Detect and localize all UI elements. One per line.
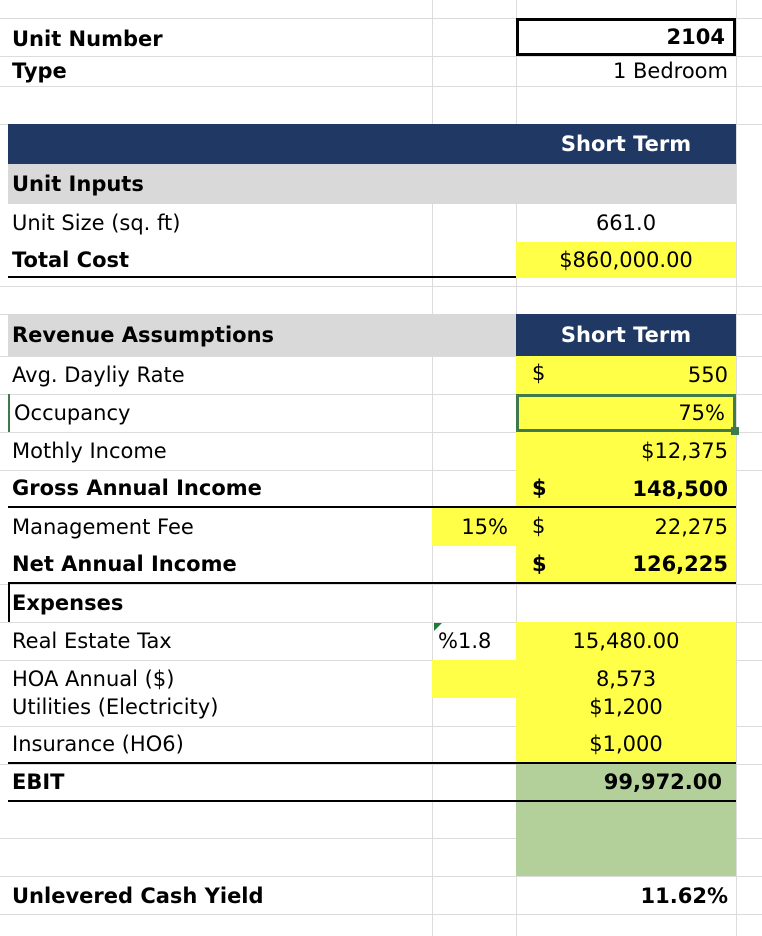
type-value[interactable]: 1 Bedroom	[516, 56, 736, 86]
occupancy-value[interactable]: 75%	[516, 394, 736, 432]
net-annual-value[interactable]: 126,225	[516, 546, 736, 582]
hoa-input-cell[interactable]	[432, 660, 516, 698]
insurance-label: Insurance (HO6)	[12, 732, 184, 756]
monthly-income-label: Mothly Income	[12, 439, 167, 463]
unit-number-cell[interactable]: 2104	[516, 18, 736, 56]
management-fee-pct[interactable]: 15%	[432, 508, 516, 546]
unit-size-value[interactable]: 661.0	[516, 204, 736, 242]
management-fee-label: Management Fee	[12, 515, 194, 539]
daily-rate-value[interactable]: 550	[516, 356, 736, 394]
ebit-value[interactable]: 99,972.00	[516, 764, 736, 800]
revenue-assumptions-title: Revenue Assumptions	[12, 323, 275, 347]
comment-indicator-icon	[434, 623, 442, 631]
daily-rate-label: Avg. Dayliy Rate	[12, 363, 185, 387]
occupancy-label: Occupancy	[8, 394, 130, 432]
unit-inputs-title: Unit Inputs	[12, 172, 144, 196]
expenses-left-border	[8, 584, 10, 622]
management-fee-value[interactable]: 22,275	[516, 508, 736, 546]
total-cost-label: Total Cost	[12, 248, 130, 272]
monthly-income-value[interactable]: $12,375	[516, 432, 736, 470]
gross-annual-label: Gross Annual Income	[12, 476, 262, 500]
unlevered-cash-yield-value[interactable]: 11.62%	[516, 876, 736, 916]
real-estate-tax-value[interactable]: 15,480.00	[516, 622, 736, 660]
short-term-header-2: Short Term	[516, 314, 736, 356]
real-estate-tax-label: Real Estate Tax	[12, 629, 172, 653]
unlevered-cash-yield-label: Unlevered Cash Yield	[12, 884, 264, 908]
unit-size-label: Unit Size (sq. ft)	[12, 211, 181, 235]
utilities-label: Utilities (Electricity)	[12, 695, 219, 719]
unit-number-label: Unit Number	[12, 27, 163, 51]
ebit-label: EBIT	[12, 770, 65, 794]
short-term-header-1: Short Term	[560, 132, 692, 156]
type-label: Type	[12, 59, 67, 83]
expenses-title: Expenses	[12, 591, 124, 615]
net-annual-label: Net Annual Income	[12, 552, 237, 576]
total-cost-value[interactable]: $860,000.00	[516, 242, 736, 278]
gross-annual-value[interactable]: 148,500	[516, 470, 736, 508]
utilities-value[interactable]: $1,200	[516, 690, 736, 724]
insurance-value[interactable]: $1,000	[516, 726, 736, 762]
real-estate-tax-pct[interactable]: %1.8	[432, 622, 516, 660]
